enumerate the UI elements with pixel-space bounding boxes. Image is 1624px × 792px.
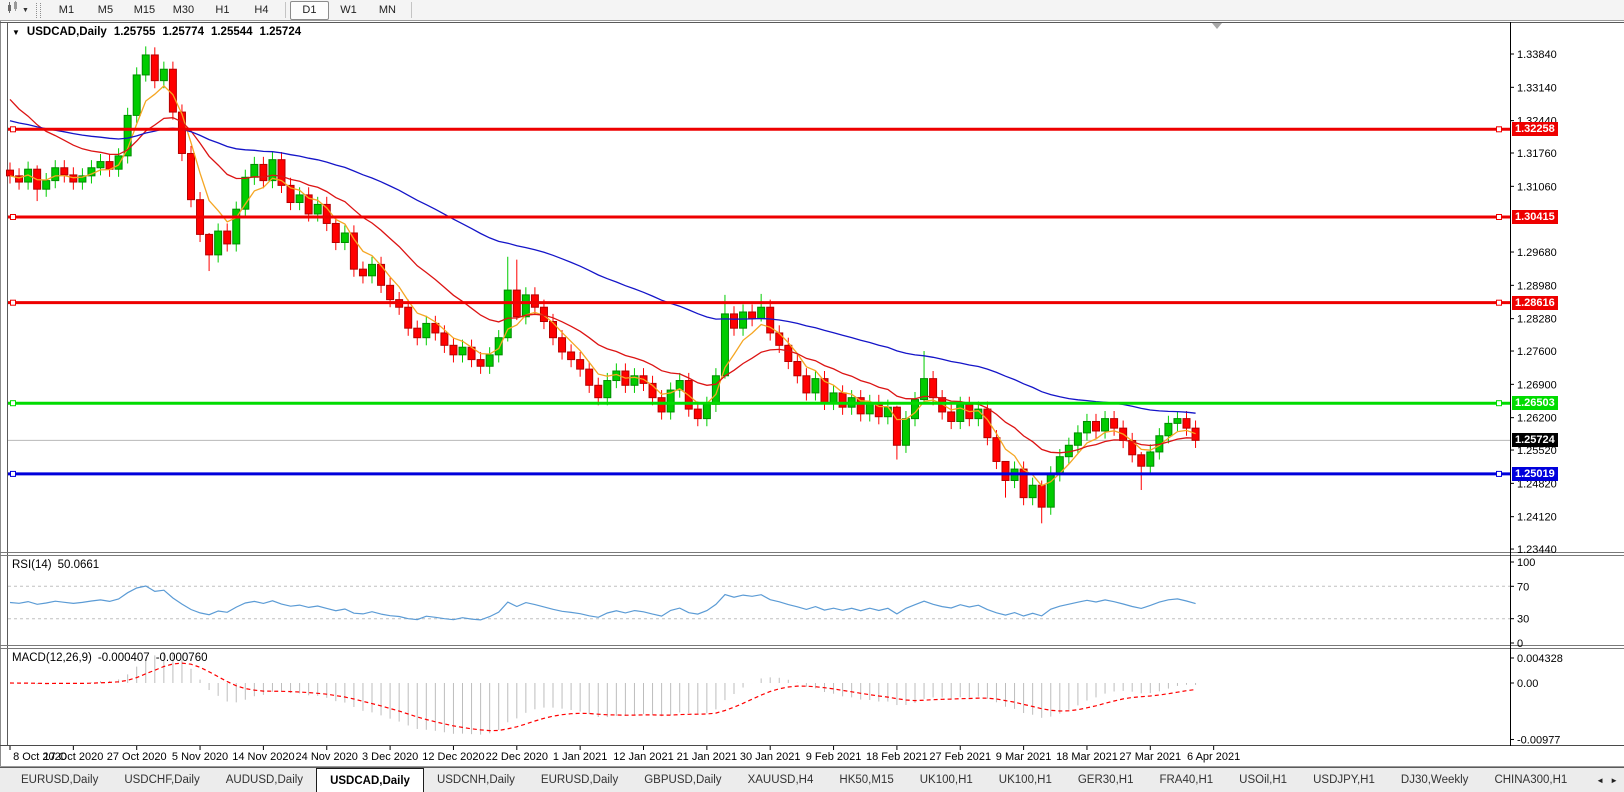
tab-scroll-left-button[interactable]: ◄: [1596, 776, 1604, 785]
rsi-indicator-value: 50.0661: [57, 559, 100, 571]
price-label-1.28616: 1.28616: [1512, 295, 1558, 310]
chart-tab-china300-h1[interactable]: CHINA300,H1: [1481, 768, 1580, 792]
chart-tab-usdjpy-h1[interactable]: USDJPY,H1: [1300, 768, 1388, 792]
current-price-label: 1.25724: [1512, 433, 1558, 448]
rsi-panel-label: RSI(14) 50.0661: [12, 559, 99, 571]
chart-tab-audusd-daily[interactable]: AUDUSD,Daily: [213, 768, 316, 792]
chart-tab-hk50-m15[interactable]: HK50,M15: [826, 768, 906, 792]
chart-tab-xauusd-h4[interactable]: XAUUSD,H4: [735, 768, 827, 792]
price-label-1.25019: 1.25019: [1512, 466, 1558, 481]
price-label-1.26503: 1.26503: [1512, 396, 1558, 411]
ohlc-low: 1.25544: [210, 26, 253, 38]
timeframe-buttons: M1 M5 M15 M30 H1 H4 D1 W1 MN: [47, 0, 416, 20]
chart-tab-uk100-h1[interactable]: UK100,H1: [986, 768, 1065, 792]
toolbar-separator: [410, 2, 412, 18]
toolbar-grip[interactable]: [35, 2, 41, 18]
chart-tab-uk100-h1[interactable]: UK100,H1: [907, 768, 986, 792]
objects-tool-button[interactable]: ▼: [3, 1, 32, 19]
price-label-1.30415: 1.30415: [1512, 210, 1558, 225]
chart-tab-strip: EURUSD,Daily USDCHF,Daily AUDUSD,Daily USDC…: [0, 768, 1600, 792]
chart-window[interactable]: [0, 21, 1624, 767]
chart-tab-usdchf-daily[interactable]: USDCHF,Daily: [111, 768, 212, 792]
chart-tab-eurusd-daily[interactable]: EURUSD,Daily: [8, 768, 111, 792]
rsi-indicator-name: RSI(14): [12, 559, 52, 571]
chevron-down-icon: ▼: [22, 6, 29, 14]
macd-indicator-value-signal: -0.000760: [155, 652, 208, 664]
ohlc-open: 1.25755: [113, 26, 156, 38]
chart-title: ▼ USDCAD,Daily 1.25755 1.25774 1.25544 1…: [12, 26, 301, 38]
macd-panel-label: MACD(12,26,9) -0.000407 -0.000760: [12, 652, 207, 664]
chart-symbol-period: USDCAD,Daily: [26, 26, 107, 38]
objects-tool-icon: [6, 1, 20, 19]
timeframe-button-h1[interactable]: H1: [203, 1, 242, 20]
ohlc-close: 1.25724: [259, 26, 302, 38]
chart-tab-bar: EURUSD,Daily USDCHF,Daily AUDUSD,Daily USDC…: [0, 767, 1624, 792]
timeframe-button-d1[interactable]: D1: [289, 0, 329, 20]
macd-indicator-name: MACD(12,26,9): [12, 652, 92, 664]
timeframe-button-m1[interactable]: M1: [47, 1, 86, 20]
macd-indicator-value-main: -0.000407: [97, 652, 150, 664]
timeframe-button-w1[interactable]: W1: [329, 1, 368, 20]
chart-tab-usdcad-daily[interactable]: USDCAD,Daily: [316, 768, 424, 792]
last-bar-marker-icon: [1212, 23, 1222, 29]
timeframe-toolbar: ▼ M1 M5 M15 M30 H1 H4 D1 W1 MN: [0, 0, 1624, 21]
chart-tab-eurusd-daily[interactable]: EURUSD,Daily: [528, 768, 631, 792]
timeframe-button-mn[interactable]: MN: [368, 1, 407, 20]
chart-tab-usoil-h1[interactable]: USOil,H1: [1226, 768, 1300, 792]
collapse-chart-icon[interactable]: ▼: [12, 28, 20, 37]
timeframe-button-m30[interactable]: M30: [164, 1, 203, 20]
timeframe-button-h4[interactable]: H4: [242, 1, 281, 20]
chart-tab-usdcnh-daily[interactable]: USDCNH,Daily: [424, 768, 528, 792]
chart-tab-gbpusd-daily[interactable]: GBPUSD,Daily: [631, 768, 734, 792]
toolbar-separator: [284, 2, 286, 18]
price-label-1.32258: 1.32258: [1512, 122, 1558, 137]
tab-scroll-arrows: ◄ ►: [1590, 769, 1624, 792]
timeframe-button-m15[interactable]: M15: [125, 1, 164, 20]
chart-tab-fra40-h1[interactable]: FRA40,H1: [1146, 768, 1226, 792]
trading-terminal: ▼ M1 M5 M15 M30 H1 H4 D1 W1 MN 1.33840 1.33140 1.3…: [0, 0, 1624, 792]
chart-tab-ger30-h1[interactable]: GER30,H1: [1065, 768, 1147, 792]
timeframe-button-m5[interactable]: M5: [86, 1, 125, 20]
tab-scroll-right-button[interactable]: ►: [1610, 776, 1618, 785]
chart-tab-dj30-weekly[interactable]: DJ30,Weekly: [1388, 768, 1482, 792]
ohlc-high: 1.25774: [162, 26, 204, 38]
